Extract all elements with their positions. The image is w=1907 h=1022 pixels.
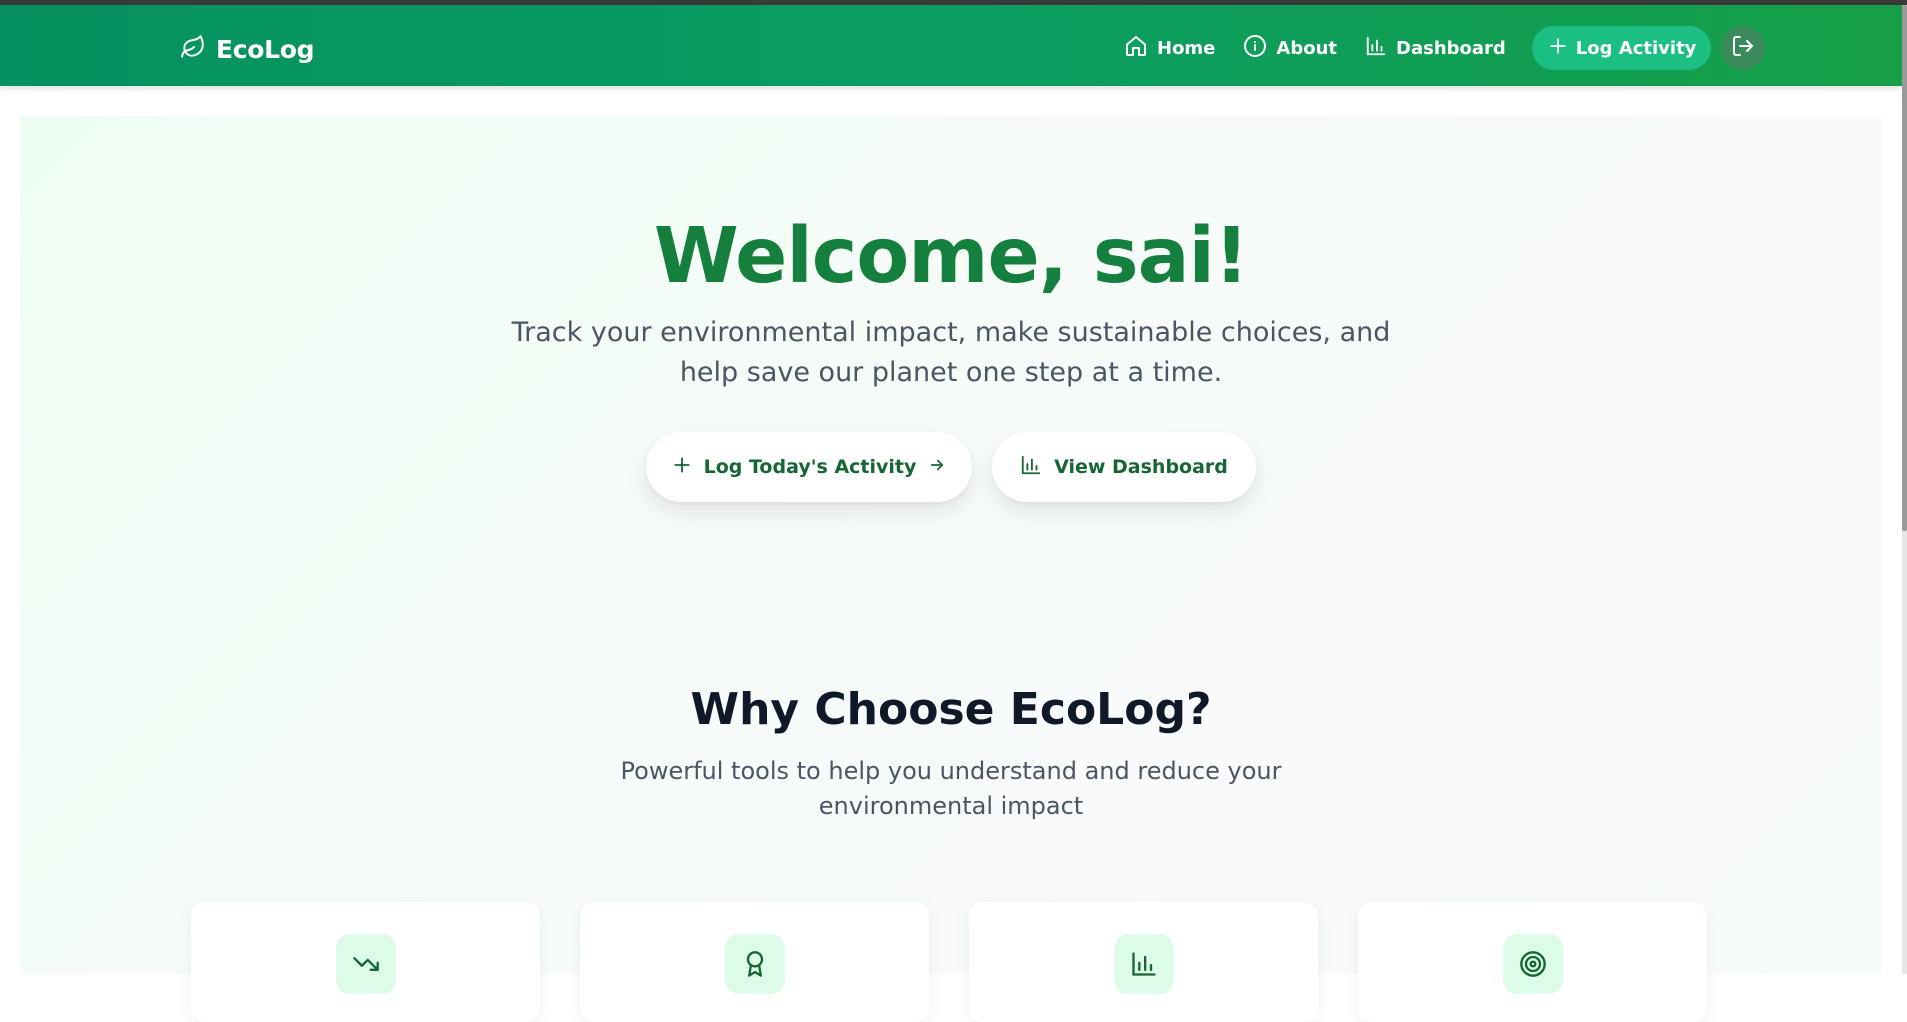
home-icon [1124, 34, 1148, 63]
feature-cards [191, 902, 1711, 1022]
page-title: Welcome, sai! [653, 212, 1249, 301]
feature-card [191, 902, 540, 1022]
target-icon [1503, 934, 1563, 994]
features-subtitle: Powerful tools to help you understand an… [620, 757, 1282, 820]
nav-home-label: Home [1157, 37, 1216, 59]
hero-subtitle: Track your environmental impact, make su… [511, 317, 1391, 388]
arrow-right-icon [928, 456, 946, 479]
log-activity-button[interactable]: Log Activity [1531, 26, 1712, 70]
award-icon [725, 934, 785, 994]
bar-chart-icon [1365, 35, 1387, 62]
trending-down-icon [336, 934, 396, 994]
feature-card [580, 902, 929, 1022]
features-title: Why Choose EcoLog? [690, 684, 1212, 735]
plus-icon [672, 455, 692, 480]
info-icon [1243, 34, 1267, 63]
main-nav: Home About Dashboard Log Activity [1120, 25, 1766, 71]
logout-button[interactable] [1721, 26, 1766, 70]
view-dashboard-label: View Dashboard [1054, 456, 1228, 478]
brand-name: EcoLog [216, 34, 315, 64]
leaf-icon [180, 34, 206, 64]
view-dashboard-button[interactable]: View Dashboard [992, 432, 1256, 502]
navbar: EcoLog Home About Dashboard Log Activity [0, 5, 1902, 86]
plus-icon [1548, 36, 1568, 61]
nav-about-label: About [1276, 37, 1338, 59]
nav-home[interactable]: Home [1120, 25, 1229, 71]
nav-dashboard-label: Dashboard [1396, 37, 1506, 59]
nav-dashboard[interactable]: Dashboard [1351, 25, 1520, 71]
bar-chart-icon [1020, 454, 1042, 481]
log-activity-label: Log Activity [1575, 37, 1697, 59]
feature-card [969, 902, 1318, 1022]
page-scrollbar[interactable] [1902, 5, 1907, 974]
brand-logo-link[interactable]: EcoLog [180, 32, 315, 66]
logout-icon [1731, 34, 1755, 62]
log-todays-activity-label: Log Today's Activity [703, 456, 917, 478]
nav-about[interactable]: About [1229, 25, 1351, 71]
bar-chart-icon [1114, 934, 1174, 994]
feature-card [1358, 902, 1707, 1022]
log-todays-activity-button[interactable]: Log Today's Activity [646, 432, 972, 502]
scrollbar-thumb[interactable] [1902, 5, 1907, 531]
